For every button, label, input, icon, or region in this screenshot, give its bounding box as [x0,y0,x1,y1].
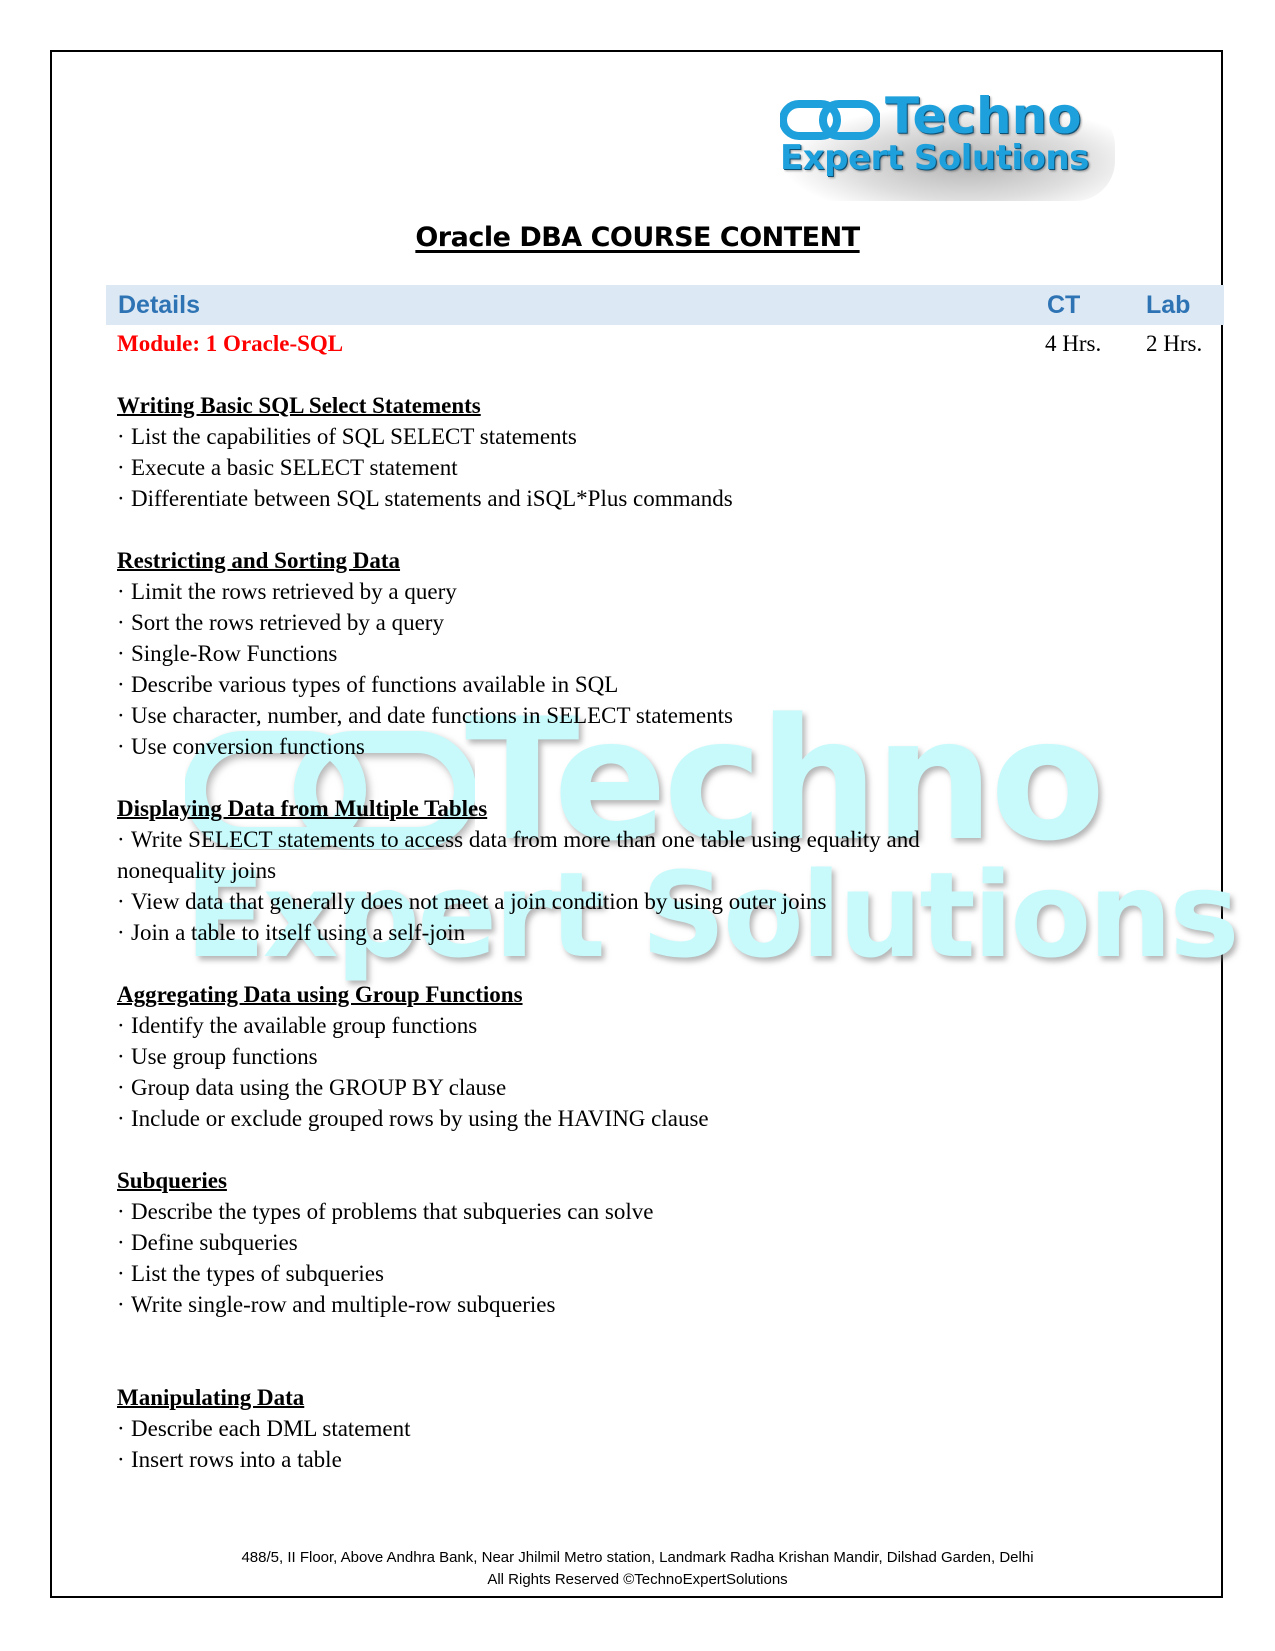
section-title: Restricting and Sorting Data [117,548,401,573]
section-manipulating-data: Manipulating Data · Describe each DML sta… [117,1382,1117,1475]
list-item: · Identify the available group functions [117,1013,478,1038]
list-item: · Insert rows into a table [117,1447,342,1472]
section-writing-basic-sql: Writing Basic SQL Select Statements · Lis… [117,390,1117,514]
list-item: · Execute a basic SELECT statement [117,455,458,480]
page-footer: 488/5, II Floor, Above Andhra Bank, Near… [0,1547,1275,1591]
list-item: · Write single-row and multiple-row subqu… [117,1292,556,1317]
logo-text-expert-solutions: Expert Solutions [780,138,1089,178]
section-group-functions: Aggregating Data using Group Functions ·… [117,979,1117,1134]
section-multiple-tables: Displaying Data from Multiple Tables · Wr… [117,793,1117,948]
section-title: Manipulating Data [117,1385,305,1410]
page-title: Oracle DBA COURSE CONTENT [415,222,860,253]
list-item: · Use conversion functions [117,734,365,759]
list-item: · Single-Row Functions [117,641,338,666]
list-item: · Include or exclude grouped rows by usin… [117,1106,709,1131]
list-item: · Describe each DML statement [117,1416,411,1441]
list-item: · Sort the rows retrieved by a query [117,610,444,635]
list-item: · Limit the rows retrieved by a query [117,579,457,604]
list-item: · List the capabilities of SQL SELECT sta… [117,424,577,449]
list-item: · Describe the types of problems that sub… [117,1199,654,1224]
course-content: Writing Basic SQL Select Statements · Lis… [117,390,1117,1475]
list-item: · View data that generally does not meet … [117,889,827,914]
section-restricting-sorting: Restricting and Sorting Data · Limit the … [117,545,1117,762]
list-item: · Join a table to itself using a self-joi… [117,920,466,945]
header-details: Details [118,291,200,319]
module-name: Module: 1 Oracle-SQL [117,331,344,356]
module-lab-hours: 2 Hrs. [1146,331,1203,356]
list-item: · Differentiate between SQL statements an… [117,486,733,511]
section-title: Aggregating Data using Group Functions [117,982,523,1007]
table-header: Details CT Lab [106,285,1224,325]
section-title: Writing Basic SQL Select Statements [117,393,481,418]
list-item: · Define subqueries [117,1230,298,1255]
list-item: · Describe various types of functions ava… [117,672,619,697]
chain-link-icon [780,100,880,140]
footer-copyright: All Rights Reserved ©TechnoExpertSolutio… [487,1571,788,1588]
logo-text-techno: Techno [885,87,1082,145]
list-item: · Use group functions [117,1044,318,1069]
company-logo: Techno Expert Solutions [775,87,1115,201]
section-title: Displaying Data from Multiple Tables [117,796,488,821]
footer-address: 488/5, II Floor, Above Andhra Bank, Near… [241,1549,1034,1566]
list-item: · Use character, number, and date functio… [117,703,733,728]
header-ct: CT [1047,291,1081,319]
module-row: Module: 1 Oracle-SQL 4 Hrs. 2 Hrs. [0,328,1275,362]
section-title: Subqueries [117,1168,227,1193]
header-lab: Lab [1146,291,1191,319]
section-subqueries: Subqueries · Describe the types of proble… [117,1165,1117,1320]
list-item: · List the types of subqueries [117,1261,384,1286]
list-item: · Write SELECT statements to access data … [117,827,920,883]
list-item: · Group data using the GROUP BY clause [117,1075,507,1100]
module-ct-hours: 4 Hrs. [1045,331,1102,356]
